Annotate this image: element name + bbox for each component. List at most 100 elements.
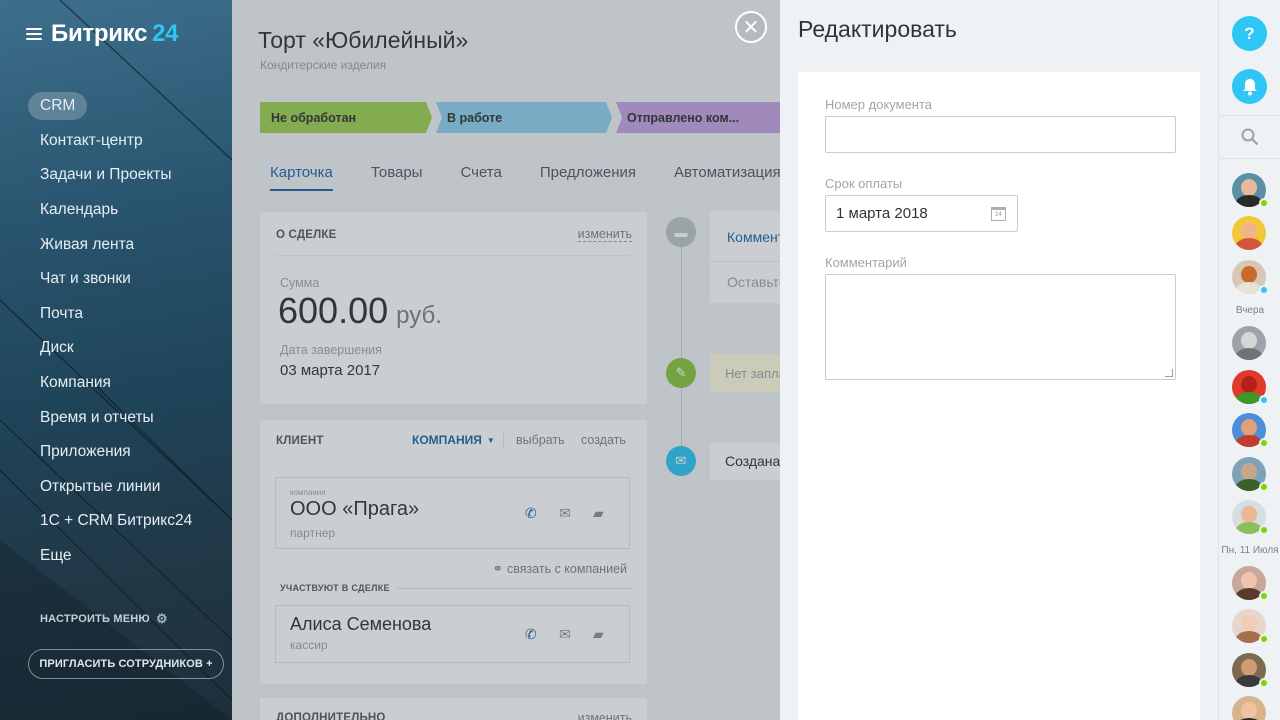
- planned-text: Нет запланированных дел: [725, 366, 780, 381]
- bell-icon: [1242, 78, 1257, 95]
- deal-tabs: Карточка Товары Счета Предложения Автома…: [270, 164, 780, 191]
- mobile-status: [1259, 285, 1269, 295]
- deal-created-icon: ✉: [666, 446, 696, 476]
- doc-number-label: Номер документа: [825, 97, 933, 112]
- edit-panel-title: Редактировать: [798, 16, 957, 42]
- comment-placeholder[interactable]: Оставьте комментарий: [727, 274, 780, 290]
- link-company[interactable]: ⚭ связать с компанией: [492, 561, 627, 577]
- stage-new[interactable]: Не обработан: [260, 102, 432, 133]
- client-type-select[interactable]: КОМПАНИЯ ▼: [412, 433, 495, 447]
- doc-number-input[interactable]: [825, 116, 1176, 153]
- divider: [1219, 158, 1280, 159]
- sidebar-item-1c[interactable]: 1С + CRM Битрикс24: [28, 504, 192, 539]
- contact-role: кассир: [290, 638, 328, 652]
- sidebar-item-crm[interactable]: CRM: [28, 89, 192, 124]
- client-type-label: КОМПАНИЯ: [412, 433, 482, 447]
- search-icon[interactable]: [1241, 128, 1259, 146]
- comment-textarea[interactable]: [825, 274, 1176, 380]
- divider: [1219, 115, 1280, 116]
- menu-burger-icon[interactable]: [26, 28, 42, 40]
- currency: руб.: [396, 302, 442, 329]
- choose-link[interactable]: выбрать: [516, 433, 565, 447]
- comment-label: Комментарий: [825, 255, 907, 270]
- tab-quotes[interactable]: Предложения: [540, 164, 636, 191]
- resize-handle-icon[interactable]: [1165, 369, 1173, 377]
- help-button[interactable]: ?: [1232, 16, 1267, 51]
- sidebar-item-time[interactable]: Время и отчеты: [28, 400, 192, 435]
- edit-form: Номер документа Срок оплаты 1 марта 2018…: [798, 72, 1200, 720]
- sidebar-menu: CRM Контакт-центр Задачи и Проекты Кален…: [28, 89, 192, 573]
- divider: [396, 588, 632, 589]
- contact-card[interactable]: Алиса Семенова кассир ✆ ✉ ▰: [275, 605, 630, 663]
- sidebar-item-tasks[interactable]: Задачи и Проекты: [28, 158, 192, 193]
- mail-icon[interactable]: ✉: [559, 505, 571, 522]
- question-icon: ?: [1244, 23, 1255, 43]
- setup-menu-link[interactable]: НАСТРОИТЬ МЕНЮ ⚙: [40, 611, 168, 627]
- mail-icon[interactable]: ✉: [559, 626, 571, 643]
- divider: [503, 433, 504, 449]
- due-date-input[interactable]: 1 марта 2018 24: [825, 195, 1018, 232]
- sidebar-item-chat[interactable]: Чат и звонки: [28, 262, 192, 297]
- phone-icon[interactable]: ✆: [525, 505, 537, 522]
- sidebar-item-calendar[interactable]: Календарь: [28, 193, 192, 228]
- sidebar-item-disk[interactable]: Диск: [28, 331, 192, 366]
- sidebar-item-feed[interactable]: Живая лента: [28, 227, 192, 262]
- tab-comment[interactable]: Комментарий: [727, 229, 780, 245]
- company-caption: компания: [290, 488, 326, 497]
- stage-in-work[interactable]: В работе: [436, 102, 612, 133]
- sidebar-item-mail[interactable]: Почта: [28, 297, 192, 332]
- sidebar-item-apps[interactable]: Приложения: [28, 435, 192, 470]
- planned-activity-icon: ✎: [666, 358, 696, 388]
- timeline-editor: Комментарий Оставьте комментарий: [710, 211, 780, 303]
- gear-icon: ⚙: [155, 611, 168, 626]
- client-header: КЛИЕНТ: [276, 435, 324, 447]
- online-status: [1259, 198, 1269, 208]
- link-company-label: связать с компанией: [506, 561, 627, 576]
- about-edit-link[interactable]: изменить: [577, 227, 632, 242]
- close-slider-button[interactable]: ✕: [735, 11, 767, 43]
- due-date-label: Срок оплаты: [825, 176, 903, 191]
- additional-edit-link[interactable]: изменить: [578, 711, 632, 720]
- sidebar-item-more[interactable]: Еще: [28, 539, 192, 574]
- online-status: [1259, 525, 1269, 535]
- online-status: [1259, 591, 1269, 601]
- online-status: [1259, 482, 1269, 492]
- sidebar-item-contact-center[interactable]: Контакт-центр: [28, 124, 192, 159]
- about-deal-header: О СДЕЛКЕ: [276, 229, 337, 241]
- avatar[interactable]: [1232, 326, 1266, 360]
- additional-header: ДОПОЛНИТЕЛЬНО: [276, 712, 386, 720]
- sidebar-item-open-lines[interactable]: Открытые линии: [28, 470, 192, 505]
- create-link[interactable]: создать: [581, 433, 626, 447]
- phone-icon[interactable]: ✆: [525, 626, 537, 643]
- tab-card[interactable]: Карточка: [270, 164, 333, 191]
- calendar-icon[interactable]: 24: [991, 207, 1006, 221]
- contact-name: Алиса Семенова: [290, 614, 432, 634]
- online-status: [1259, 634, 1269, 644]
- stage-sent[interactable]: Отправлено ком...: [616, 102, 780, 133]
- additional-card: ДОПОЛНИТЕЛЬНО изменить: [260, 698, 647, 720]
- chat-icon[interactable]: ▰: [593, 626, 604, 643]
- notifications-button[interactable]: [1232, 69, 1267, 104]
- close-date-label: Дата завершения: [280, 343, 382, 357]
- planned-item: Нет запланированных дел: [710, 354, 780, 392]
- close-date-value: 03 марта 2017: [280, 362, 381, 379]
- sum-label: Сумма: [280, 276, 320, 290]
- tab-automation[interactable]: Автоматизация: [674, 164, 780, 191]
- company-card[interactable]: компания ООО «Прага» партнер ✆ ✉ ▰: [275, 477, 630, 549]
- avatar[interactable]: [1232, 696, 1266, 720]
- avatar[interactable]: [1232, 216, 1266, 250]
- logo[interactable]: Битрикс 24: [51, 20, 179, 48]
- deal-category: Кондитерские изделия: [260, 58, 387, 72]
- setup-menu-label: НАСТРОИТЬ МЕНЮ: [40, 613, 150, 625]
- created-item: Создана сделка: [710, 443, 780, 480]
- deal-title: Торт «Юбилейный»: [258, 27, 469, 53]
- edit-panel: Редактировать Номер документа Срок оплат…: [780, 0, 1218, 720]
- left-sidebar: Битрикс 24 CRM Контакт-центр Задачи и Про…: [0, 0, 232, 720]
- sidebar-item-company[interactable]: Компания: [28, 366, 192, 401]
- link-icon: ⚭: [492, 562, 503, 576]
- invite-employees-button[interactable]: ПРИГЛАСИТЬ СОТРУДНИКОВ +: [28, 649, 224, 679]
- chat-icon[interactable]: ▰: [593, 505, 604, 522]
- about-deal-card: О СДЕЛКЕ изменить Сумма 600.00 руб. Дата…: [260, 212, 647, 404]
- tab-products[interactable]: Товары: [371, 164, 423, 191]
- tab-invoices[interactable]: Счета: [460, 164, 501, 191]
